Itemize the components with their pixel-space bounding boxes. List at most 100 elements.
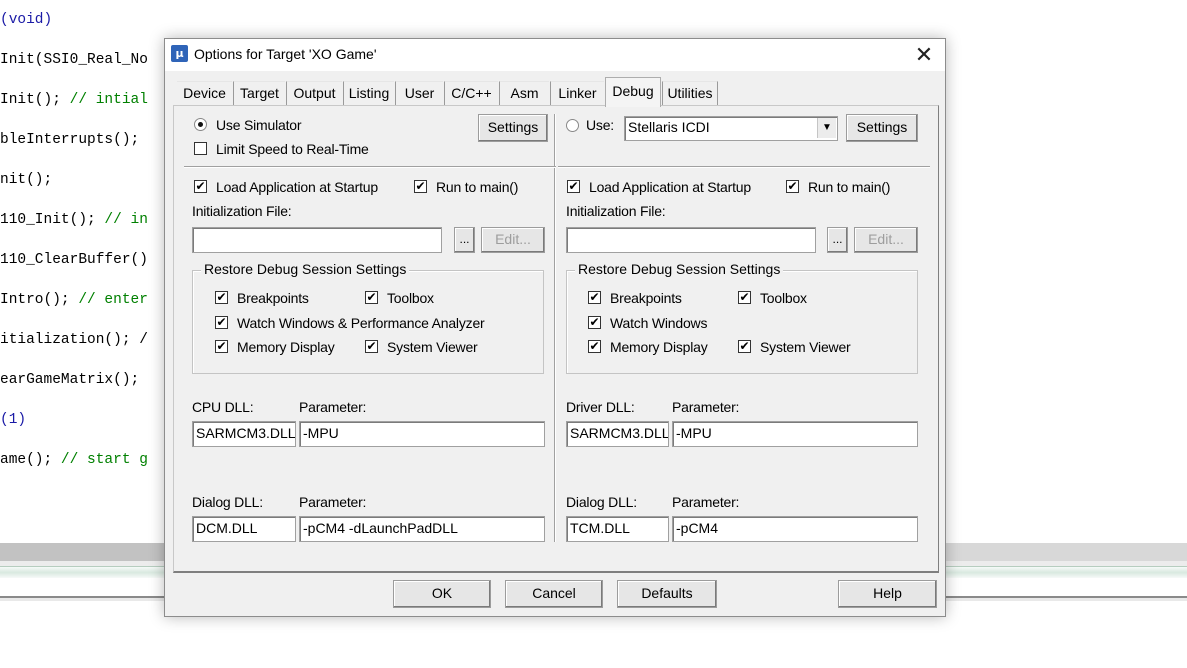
- code-line: bleInterrupts();: [0, 132, 140, 148]
- load-app-checkbox[interactable]: ✔: [567, 180, 580, 193]
- toolbox-label: Toolbox: [760, 290, 807, 306]
- check-icon: ✔: [195, 179, 206, 193]
- dialog-dll-input[interactable]: TCM.DLL: [566, 516, 669, 542]
- scrollbar-thumb[interactable]: [0, 543, 165, 561]
- help-button[interactable]: Help: [838, 580, 937, 608]
- init-file-label: Initialization File:: [566, 203, 666, 219]
- use-simulator-label: Use Simulator: [216, 117, 302, 133]
- system-viewer-checkbox[interactable]: ✔: [738, 340, 751, 353]
- code-line: Init(); // intial: [0, 92, 148, 108]
- system-viewer-checkbox[interactable]: ✔: [365, 340, 378, 353]
- restore-session-group-title: Restore Debug Session Settings: [575, 261, 784, 277]
- close-button[interactable]: ✕: [902, 39, 946, 71]
- divider: [558, 166, 930, 168]
- run-to-main-label: Run to main(): [808, 179, 891, 195]
- simulator-settings-button[interactable]: Settings: [478, 114, 548, 142]
- toolbox-checkbox[interactable]: ✔: [365, 291, 378, 304]
- use-simulator-radio[interactable]: [194, 118, 207, 131]
- dialog-parameter-label: Parameter:: [299, 494, 367, 510]
- check-icon: ✔: [787, 179, 798, 193]
- load-app-checkbox[interactable]: ✔: [194, 180, 207, 193]
- watch-windows-label: Watch Windows: [610, 315, 708, 331]
- tab-linker[interactable]: Linker: [550, 81, 604, 106]
- code-line: nit();: [0, 172, 53, 188]
- init-file-input[interactable]: [566, 227, 816, 253]
- driver-parameter-input[interactable]: -MPU: [672, 421, 918, 447]
- tab-cpp[interactable]: C/C++: [444, 81, 498, 106]
- memory-display-checkbox[interactable]: ✔: [588, 340, 601, 353]
- tab-output[interactable]: Output: [286, 81, 342, 106]
- system-viewer-label: System Viewer: [387, 339, 478, 355]
- code-line: (1): [0, 412, 27, 428]
- tab-user[interactable]: User: [395, 81, 443, 106]
- init-file-input[interactable]: [192, 227, 442, 253]
- browse-init-file-button[interactable]: ...: [454, 227, 475, 253]
- check-icon: ✔: [589, 315, 600, 329]
- memory-display-checkbox[interactable]: ✔: [215, 340, 228, 353]
- init-file-label: Initialization File:: [192, 203, 292, 219]
- use-driver-label: Use:: [586, 117, 614, 133]
- code-line: 110_Init(); // in: [0, 212, 148, 228]
- cancel-button[interactable]: Cancel: [505, 580, 603, 608]
- use-driver-radio[interactable]: [566, 119, 579, 132]
- chevron-down-icon[interactable]: ▼: [817, 118, 836, 138]
- cpu-dll-input[interactable]: SARMCM3.DLL: [192, 421, 296, 447]
- system-viewer-label: System Viewer: [760, 339, 851, 355]
- limit-speed-checkbox[interactable]: [194, 142, 207, 155]
- cpu-dll-label: CPU DLL:: [192, 399, 254, 415]
- run-to-main-label: Run to main(): [436, 179, 519, 195]
- column-divider: [554, 114, 556, 542]
- dialog-parameter-input[interactable]: -pCM4: [672, 516, 918, 542]
- edit-init-file-button[interactable]: Edit...: [481, 227, 545, 253]
- toolbox-label: Toolbox: [387, 290, 434, 306]
- toolbox-checkbox[interactable]: ✔: [738, 291, 751, 304]
- memory-display-label: Memory Display: [237, 339, 335, 355]
- breakpoints-checkbox[interactable]: ✔: [215, 291, 228, 304]
- dialog-dll-input[interactable]: DCM.DLL: [192, 516, 296, 542]
- check-icon: ✔: [216, 315, 227, 329]
- driver-dll-label: Driver DLL:: [566, 399, 635, 415]
- keil-uvision-icon: μ: [171, 45, 188, 62]
- check-icon: ✔: [589, 290, 600, 304]
- check-icon: ✔: [739, 339, 750, 353]
- restore-session-group: Restore Debug Session Settings ✔ Breakpo…: [566, 261, 918, 374]
- watch-windows-checkbox[interactable]: ✔: [588, 316, 601, 329]
- tab-debug[interactable]: Debug: [605, 77, 661, 107]
- tab-utilities[interactable]: Utilities: [662, 81, 718, 106]
- dialog-dll-label: Dialog DLL:: [192, 494, 263, 510]
- browse-init-file-button[interactable]: ...: [827, 227, 848, 253]
- driver-settings-button[interactable]: Settings: [846, 114, 918, 142]
- breakpoints-label: Breakpoints: [237, 290, 309, 306]
- close-icon: ✕: [914, 42, 934, 67]
- run-to-main-checkbox[interactable]: ✔: [786, 180, 799, 193]
- code-line: ame(); // start g: [0, 452, 148, 468]
- debug-tab-panel: Use Simulator Settings Limit Speed to Re…: [173, 105, 939, 573]
- defaults-button[interactable]: Defaults: [617, 580, 717, 608]
- code-line: 110_ClearBuffer(): [0, 252, 148, 268]
- tab-target[interactable]: Target: [233, 81, 285, 106]
- edit-init-file-button[interactable]: Edit...: [854, 227, 918, 253]
- code-line: earGameMatrix();: [0, 372, 140, 388]
- cpu-parameter-input[interactable]: -MPU: [299, 421, 545, 447]
- ok-button[interactable]: OK: [393, 580, 491, 608]
- code-line: Init(SSI0_Real_No: [0, 52, 148, 68]
- check-icon: ✔: [216, 339, 227, 353]
- breakpoints-checkbox[interactable]: ✔: [588, 291, 601, 304]
- tab-listing[interactable]: Listing: [343, 81, 394, 106]
- debug-driver-select[interactable]: Stellaris ICDI ▼: [624, 116, 838, 141]
- memory-display-label: Memory Display: [610, 339, 708, 355]
- tab-asm[interactable]: Asm: [499, 81, 549, 106]
- dialog-parameter-input[interactable]: -pCM4 -dLaunchPadDLL: [299, 516, 545, 542]
- limit-speed-label: Limit Speed to Real-Time: [216, 141, 369, 157]
- check-icon: ✔: [739, 290, 750, 304]
- dialog-titlebar[interactable]: μ Options for Target 'XO Game' ✕: [165, 39, 945, 71]
- debug-driver-value: Stellaris ICDI: [628, 119, 710, 135]
- divider: [184, 166, 556, 168]
- watch-windows-checkbox[interactable]: ✔: [215, 316, 228, 329]
- cpu-parameter-label: Parameter:: [299, 399, 367, 415]
- tab-device[interactable]: Device: [177, 81, 232, 106]
- code-line: itialization(); /: [0, 332, 148, 348]
- run-to-main-checkbox[interactable]: ✔: [414, 180, 427, 193]
- dialog-title: Options for Target 'XO Game': [194, 46, 377, 62]
- driver-dll-input[interactable]: SARMCM3.DLL: [566, 421, 669, 447]
